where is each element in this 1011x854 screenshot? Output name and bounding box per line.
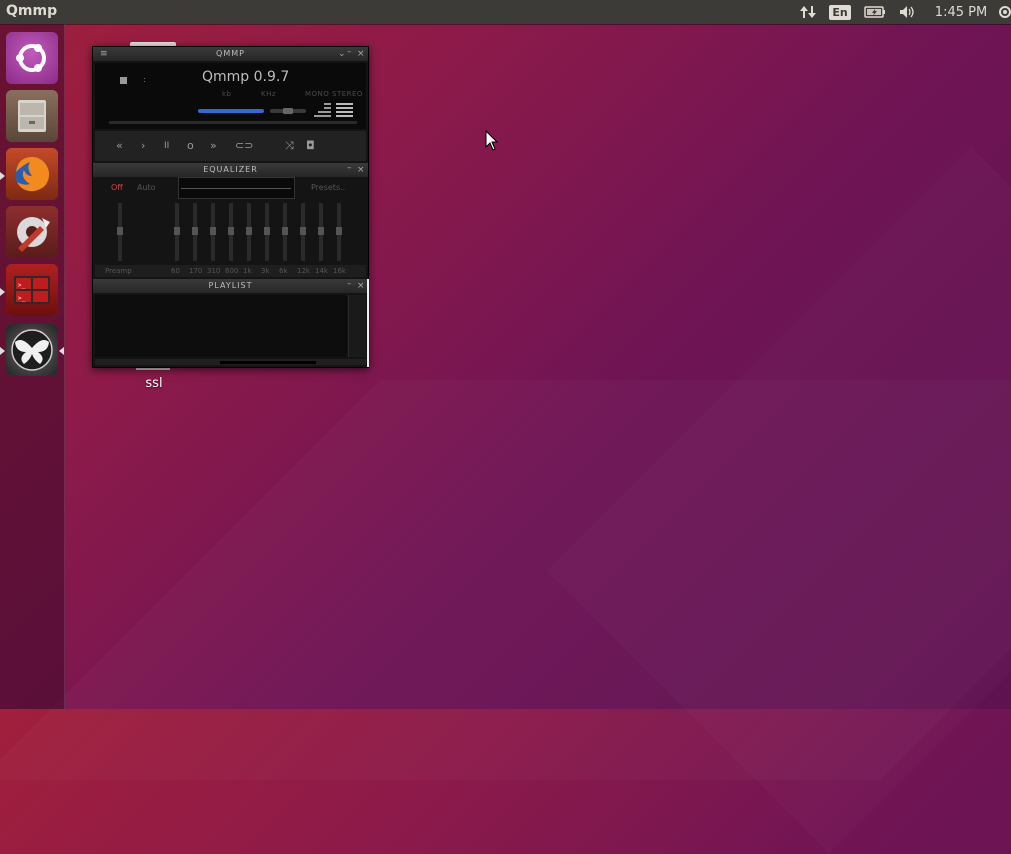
- equalizer-titlebar[interactable]: EQUALIZER: [93, 163, 368, 177]
- launcher-item-terminal[interactable]: >_ >_: [6, 264, 58, 316]
- keyboard-layout-label: En: [829, 4, 851, 20]
- eq-band-label: 16k: [333, 267, 346, 275]
- eq-band-labels: Preamp 60 170 310 600 1k 3k 6k 12k 14k 16k: [95, 265, 366, 277]
- equalizer-toggle-icon[interactable]: [314, 103, 332, 117]
- equalizer-window: EQUALIZER – × Off Auto Presets.. Preamp …: [93, 163, 368, 281]
- launcher-item-firefox[interactable]: [6, 148, 58, 200]
- butterfly-icon: [6, 324, 58, 376]
- playlist-window: PLAYLIST – ×: [93, 279, 368, 367]
- eq-band-slider[interactable]: [246, 203, 252, 261]
- eq-band-slider[interactable]: [192, 203, 198, 261]
- eq-off-button[interactable]: Off: [111, 183, 123, 192]
- eq-band-label: 170: [189, 267, 203, 275]
- mono-label: MONO: [305, 90, 330, 98]
- playlist-titlebar[interactable]: PLAYLIST: [93, 279, 368, 293]
- network-icon[interactable]: [796, 0, 820, 24]
- next-button[interactable]: »: [210, 139, 217, 152]
- eq-band-label: 60: [171, 267, 180, 275]
- launcher-item-files[interactable]: [6, 90, 58, 142]
- eq-band-label: 6k: [279, 267, 288, 275]
- eq-auto-button[interactable]: Auto: [137, 183, 156, 192]
- stop-status-icon: [120, 77, 127, 84]
- launcher-item-qmmp[interactable]: [6, 324, 58, 376]
- keyboard-layout-indicator[interactable]: En: [829, 0, 851, 24]
- svg-text:>_: >_: [18, 295, 26, 302]
- repeat-button[interactable]: ◘: [306, 139, 315, 152]
- playlist-title: PLAYLIST: [208, 281, 253, 290]
- eq-curve-graph: [178, 177, 295, 199]
- qmmp-window: QMMP ≡ ⌄ – × : Qmmp 0.9.7 kb KHz MONO ST…: [92, 46, 369, 368]
- equalizer-close-icon[interactable]: ×: [357, 163, 365, 177]
- active-app-title: Qmmp: [6, 3, 58, 19]
- pause-button[interactable]: II: [164, 141, 169, 151]
- eq-band-slider[interactable]: [264, 203, 270, 261]
- svg-text:>_: >_: [18, 282, 26, 289]
- top-panel: Qmmp En 1:45 PM: [0, 0, 1011, 24]
- eq-band-label: 600: [225, 267, 239, 275]
- time-display: :: [143, 75, 146, 84]
- eq-band-slider[interactable]: [174, 203, 180, 261]
- stop-button[interactable]: o: [187, 139, 194, 152]
- eq-band-slider[interactable]: [282, 203, 288, 261]
- eq-band-label: 14k: [315, 267, 328, 275]
- playlist-shade-icon[interactable]: –: [347, 277, 352, 291]
- eq-band-slider[interactable]: [210, 203, 216, 261]
- shuffle-button[interactable]: ⤨: [285, 139, 294, 153]
- playlist-bottom-bar: [95, 359, 366, 365]
- qmmp-main-title: QMMP: [216, 49, 245, 58]
- battery-icon[interactable]: [862, 0, 888, 24]
- main-display: : Qmmp 0.9.7 kb KHz MONO STEREO: [95, 63, 366, 129]
- mouse-cursor-icon: [485, 130, 499, 151]
- eq-band-slider[interactable]: [318, 203, 324, 261]
- bitrate-label: kb: [222, 90, 232, 98]
- eq-band-slider[interactable]: [228, 203, 234, 261]
- launcher: >_ >_: [0, 24, 65, 709]
- eq-band-label: 310: [207, 267, 221, 275]
- volume-slider[interactable]: [198, 109, 264, 113]
- volume-icon[interactable]: [897, 0, 919, 24]
- playback-controls: « › II o » ⊂⊃ ⤨ ◘: [95, 131, 366, 161]
- playlist-close-icon[interactable]: ×: [357, 279, 365, 293]
- launcher-item-settings[interactable]: [6, 206, 58, 258]
- samplerate-label: KHz: [261, 90, 277, 98]
- desktop-icon-label[interactable]: ssl: [134, 376, 174, 391]
- eq-band-label: 12k: [297, 267, 310, 275]
- playlist-toggle-icon[interactable]: [336, 103, 354, 117]
- seek-bar[interactable]: [109, 121, 357, 124]
- equalizer-title: EQUALIZER: [203, 165, 258, 174]
- firefox-icon: [6, 148, 58, 200]
- preamp-slider[interactable]: [117, 203, 123, 261]
- qmmp-main-titlebar[interactable]: QMMP: [93, 47, 368, 61]
- eq-band-slider[interactable]: [336, 203, 342, 261]
- balance-knob[interactable]: [283, 108, 293, 114]
- eq-presets-button[interactable]: Presets..: [311, 183, 345, 192]
- play-button[interactable]: ›: [141, 139, 145, 152]
- eq-band-slider[interactable]: [300, 203, 306, 261]
- eq-band-label: 1k: [243, 267, 252, 275]
- playlist-scrollbar[interactable]: [348, 295, 366, 357]
- clock[interactable]: 1:45 PM: [932, 0, 990, 24]
- qmmp-menu-icon[interactable]: ≡: [100, 47, 108, 61]
- equalizer-shade-icon[interactable]: –: [347, 161, 352, 175]
- launcher-item-dash[interactable]: [6, 32, 58, 84]
- shade-icon[interactable]: ⌄: [338, 47, 346, 61]
- terminal-grid-icon: >_ >_: [6, 264, 58, 316]
- playlist-area[interactable]: [95, 295, 347, 357]
- minimize-icon[interactable]: –: [347, 45, 352, 59]
- eq-band-label: 3k: [261, 267, 270, 275]
- previous-button[interactable]: «: [116, 139, 123, 152]
- stereo-label: STEREO: [332, 90, 363, 98]
- settings-wrench-gear-icon: [6, 206, 58, 258]
- file-cabinet-icon: [6, 90, 58, 142]
- close-icon[interactable]: ×: [357, 47, 365, 61]
- preamp-label: Preamp: [105, 267, 132, 275]
- eject-button[interactable]: ⊂⊃: [235, 139, 253, 152]
- track-title: Qmmp 0.9.7: [202, 69, 290, 85]
- ubuntu-logo-icon: [6, 32, 58, 84]
- session-gear-icon[interactable]: [996, 0, 1011, 24]
